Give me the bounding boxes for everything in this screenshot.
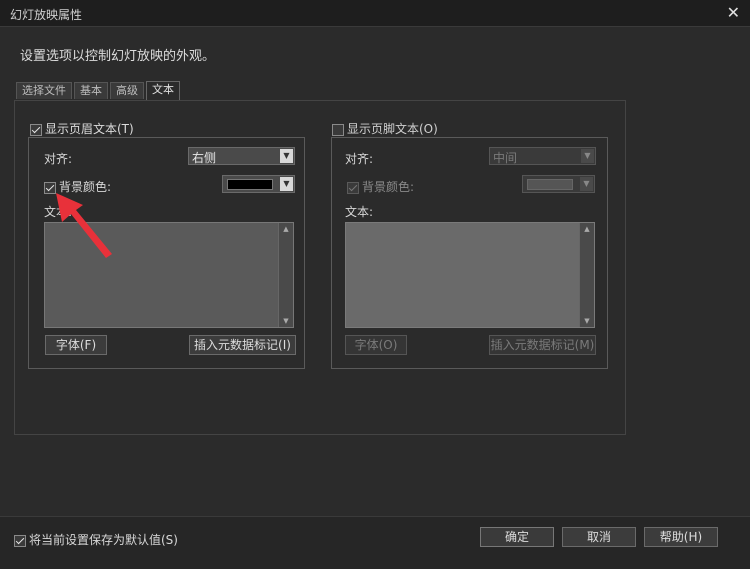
dialog-description: 设置选项以控制幻灯放映的外观。 bbox=[20, 49, 216, 64]
footer-color-swatch bbox=[527, 179, 573, 190]
tab-basic[interactable]: 基本 bbox=[74, 82, 108, 99]
header-font-button[interactable]: 字体(F) bbox=[45, 335, 107, 355]
footer-align-label: 对齐: bbox=[345, 152, 374, 166]
header-align-label: 对齐: bbox=[44, 152, 73, 166]
title-bar: 幻灯放映属性 ✕ bbox=[0, 0, 750, 27]
show-header-checkbox[interactable] bbox=[30, 123, 42, 136]
header-color-swatch bbox=[227, 179, 273, 190]
header-bgcolor-checkbox[interactable] bbox=[44, 181, 56, 194]
close-icon[interactable]: ✕ bbox=[727, 3, 740, 22]
window-title: 幻灯放映属性 bbox=[10, 8, 83, 22]
show-header-label: 显示页眉文本(T) bbox=[45, 122, 134, 136]
save-default-checkbox[interactable] bbox=[14, 534, 26, 547]
chevron-down-icon: ▼ bbox=[280, 149, 293, 163]
footer-bgcolor-picker[interactable]: ▼ bbox=[522, 175, 595, 193]
header-text-label: 文本: bbox=[44, 205, 73, 219]
scroll-up-icon[interactable]: ▲ bbox=[279, 225, 293, 233]
ok-button[interactable]: 确定 bbox=[480, 527, 554, 547]
show-header-toggle[interactable]: 显示页眉文本(T) bbox=[30, 120, 134, 137]
show-footer-toggle[interactable]: 显示页脚文本(O) bbox=[332, 120, 438, 137]
show-footer-checkbox[interactable] bbox=[332, 123, 344, 136]
header-bgcolor-toggle[interactable]: 背景颜色: bbox=[44, 178, 111, 195]
tab-select-files[interactable]: 选择文件 bbox=[16, 82, 72, 99]
header-bgcolor-label: 背景颜色: bbox=[59, 180, 112, 194]
footer-bgcolor-toggle[interactable]: 背景颜色: bbox=[347, 178, 414, 195]
save-default-toggle[interactable]: 将当前设置保存为默认值(S) bbox=[14, 531, 178, 548]
footer-text-label: 文本: bbox=[345, 205, 374, 219]
scroll-down-icon[interactable]: ▼ bbox=[580, 317, 594, 325]
footer-font-button[interactable]: 字体(O) bbox=[345, 335, 407, 355]
cancel-button[interactable]: 取消 bbox=[562, 527, 636, 547]
footer-text-area[interactable]: ▲ ▼ bbox=[345, 222, 595, 328]
chevron-down-icon: ▼ bbox=[581, 149, 594, 163]
show-footer-label: 显示页脚文本(O) bbox=[347, 122, 438, 136]
header-text-scrollbar[interactable]: ▲ ▼ bbox=[278, 223, 293, 327]
help-button[interactable]: 帮助(H) bbox=[644, 527, 718, 547]
header-align-select[interactable]: 右侧 ▼ bbox=[188, 147, 295, 165]
footer-align-select[interactable]: 中间 ▼ bbox=[489, 147, 596, 165]
header-bgcolor-picker[interactable]: ▼ bbox=[222, 175, 295, 193]
tab-advanced[interactable]: 高级 bbox=[110, 82, 144, 99]
header-align-value: 右侧 bbox=[192, 151, 217, 165]
chevron-down-icon: ▼ bbox=[280, 177, 293, 191]
scroll-up-icon[interactable]: ▲ bbox=[580, 225, 594, 233]
footer-bgcolor-checkbox[interactable] bbox=[347, 181, 359, 194]
tab-text[interactable]: 文本 bbox=[146, 81, 180, 100]
footer-insert-metadata-button[interactable]: 插入元数据标记(M) bbox=[489, 335, 596, 355]
header-insert-metadata-button[interactable]: 插入元数据标记(I) bbox=[189, 335, 296, 355]
footer-align-value: 中间 bbox=[493, 151, 518, 165]
footer-text-scrollbar[interactable]: ▲ ▼ bbox=[579, 223, 594, 327]
header-text-area[interactable]: ▲ ▼ bbox=[44, 222, 294, 328]
chevron-down-icon: ▼ bbox=[580, 177, 593, 191]
save-default-label: 将当前设置保存为默认值(S) bbox=[29, 533, 178, 547]
footer-bgcolor-label: 背景颜色: bbox=[362, 180, 415, 194]
scroll-down-icon[interactable]: ▼ bbox=[279, 317, 293, 325]
